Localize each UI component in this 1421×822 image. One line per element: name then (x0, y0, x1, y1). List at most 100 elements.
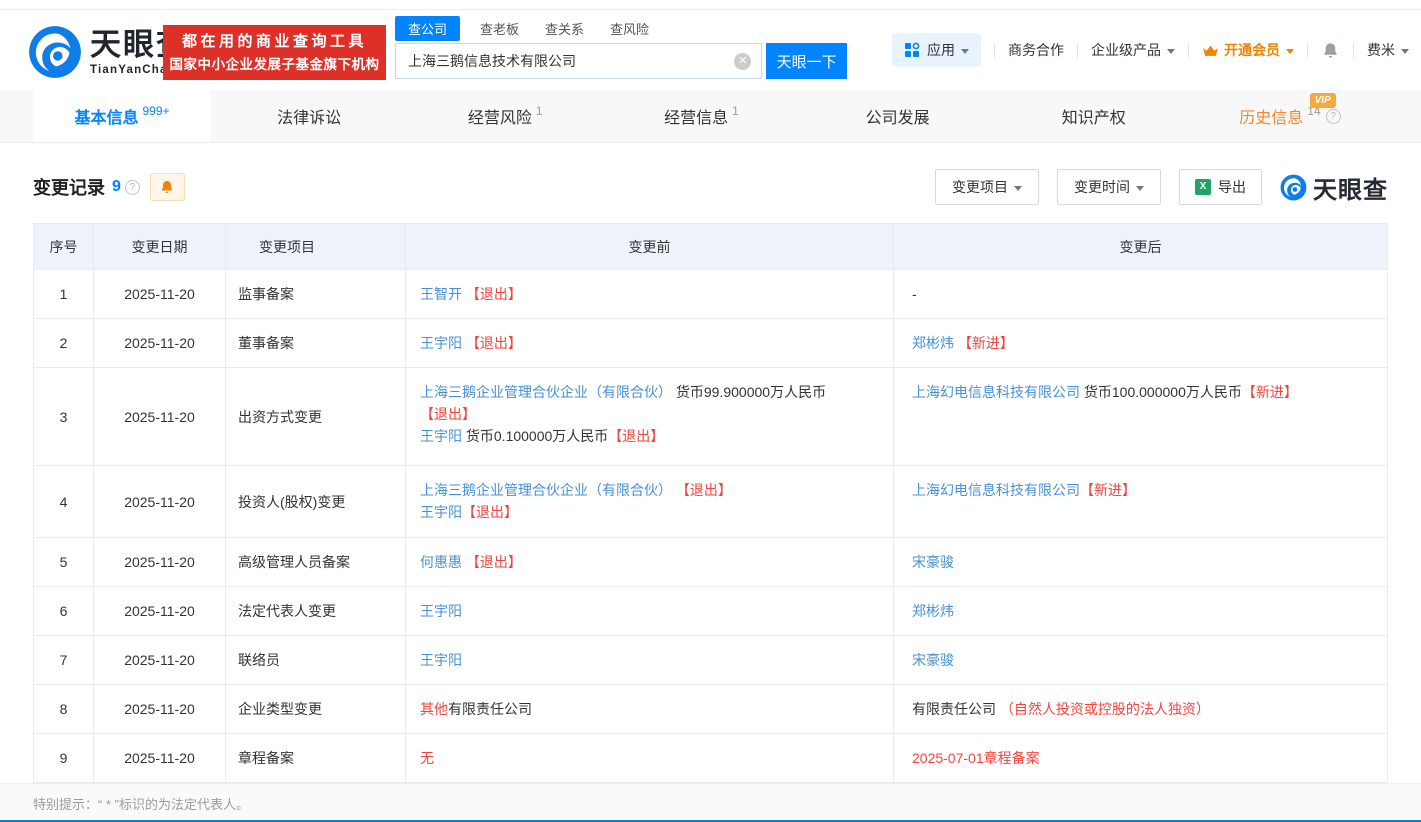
cell-line: 上海三鹅企业管理合伙企业（有限合伙） 【退出】 (420, 479, 877, 501)
change-tag: 2025-07-01章程备案 (912, 747, 1040, 769)
change-date-cell: 2025-11-20 (94, 270, 226, 319)
table-row: 22025-11-20董事备案王宇阳 【退出】郑彬炜 【新进】 (34, 319, 1388, 368)
table-body: 12025-11-20监事备案王智开 【退出】-22025-11-20董事备案王… (34, 270, 1388, 783)
entity-link[interactable]: 郑彬炜 (912, 335, 958, 351)
entity-link[interactable]: 王宇阳 (420, 504, 462, 520)
entity-link[interactable]: 宋豪骏 (912, 652, 954, 668)
change-item-cell: 联络员 (226, 636, 406, 685)
search-block: 查公司 查老板 查关系 查风险 天眼一下 (395, 16, 847, 79)
page-tab[interactable]: 基本信息 999+ (33, 90, 211, 142)
row-number-cell: 6 (34, 587, 94, 636)
change-item-cell: 法定代表人变更 (226, 587, 406, 636)
entity-link[interactable]: 王宇阳 (420, 428, 462, 444)
cell-text: 有限责任公司 (448, 701, 532, 717)
change-tag: 其他 (420, 698, 448, 720)
page-tab-label: 公司发展 (866, 104, 930, 128)
tianyancha-logo-icon[interactable] (28, 25, 82, 79)
entity-link[interactable]: 宋豪骏 (912, 554, 954, 570)
search-tab[interactable]: 查关系 (545, 19, 584, 38)
search-tab[interactable]: 查公司 (395, 16, 460, 41)
help-icon[interactable] (1326, 109, 1341, 124)
table-row: 32025-11-20出资方式变更上海三鹅企业管理合伙企业（有限合伙） 货币99… (34, 368, 1388, 466)
change-record-table: 序号变更日期变更项目变更前变更后 12025-11-20监事备案王智开 【退出】… (33, 223, 1388, 783)
change-date-cell: 2025-11-20 (94, 538, 226, 587)
before-change-cell: 王宇阳 (406, 636, 894, 685)
page-tab[interactable]: 法律诉讼 (211, 90, 407, 142)
after-change-cell: 郑彬炜 【新进】 (894, 319, 1388, 368)
table-row: 72025-11-20联络员王宇阳宋豪骏 (34, 636, 1388, 685)
entity-link[interactable]: 王宇阳 (420, 335, 466, 351)
grid-icon (904, 42, 920, 58)
entity-link[interactable]: 何惠惠 (420, 554, 466, 570)
row-number-cell: 5 (34, 538, 94, 587)
nav-biz-cooperation[interactable]: 商务合作 (1008, 40, 1064, 60)
page-tab-label: 经营信息 (664, 104, 728, 128)
page-tab[interactable]: 公司发展 (800, 90, 996, 142)
nav-enterprise-products[interactable]: 企业级产品 (1091, 40, 1175, 60)
change-date-cell: 2025-11-20 (94, 587, 226, 636)
export-button[interactable]: 导出 (1179, 169, 1262, 205)
tab-count-badge: 999+ (142, 104, 169, 118)
nav-open-vip[interactable]: 开通会员 (1202, 40, 1294, 60)
filter-change-item-dropdown[interactable]: 变更项目 (935, 169, 1039, 205)
apps-menu[interactable]: 应用 (892, 33, 981, 67)
top-divider (0, 0, 1421, 10)
before-change-cell: 王宇阳 【退出】 (406, 319, 894, 368)
page-tab[interactable]: 知识产权 (996, 90, 1192, 142)
nav-user-menu[interactable]: 费米 (1367, 40, 1409, 60)
subscribe-bell-button[interactable] (150, 173, 185, 201)
notifications-bell-icon[interactable] (1321, 41, 1340, 60)
change-item-cell: 董事备案 (226, 319, 406, 368)
entity-link[interactable]: 王宇阳 (420, 652, 462, 668)
page-tab[interactable]: 经营风险1 (407, 90, 603, 142)
chevron-down-icon (961, 49, 969, 58)
top-bar: 天眼查 TianYanCha.com 都在用的商业查询工具 国家中小企业发展子基… (0, 10, 1421, 90)
entity-link[interactable]: 上海三鹅企业管理合伙企业（有限合伙） (420, 482, 676, 498)
change-tag: 【新进】 (958, 332, 1014, 354)
search-input[interactable] (396, 44, 761, 78)
change-date-cell: 2025-11-20 (94, 319, 226, 368)
cell-line: 上海三鹅企业管理合伙企业（有限合伙） 货币99.900000万人民币【退出】 (420, 381, 877, 425)
entity-link[interactable]: 王智开 (420, 286, 466, 302)
cell-line: 郑彬炜 (912, 600, 1371, 622)
change-tag: 【退出】 (466, 283, 522, 305)
entity-link[interactable]: 郑彬炜 (912, 603, 954, 619)
watermark-text: 天眼查 (1313, 170, 1388, 205)
search-tab[interactable]: 查风险 (610, 19, 649, 38)
cell-line: 有限责任公司 （自然人投资或控股的法人独资） (912, 698, 1371, 720)
entity-link[interactable]: 上海幻电信息科技有限公司 (912, 384, 1080, 400)
page-tab[interactable]: 经营信息1 (603, 90, 799, 142)
cell-text: 有限责任公司 (912, 701, 1000, 717)
entity-link[interactable]: 王宇阳 (420, 603, 462, 619)
change-tag: 【退出】 (420, 403, 476, 425)
change-tag: 【退出】 (466, 332, 522, 354)
watermark-logo: 天眼查 (1280, 170, 1388, 205)
cell-text: - (912, 286, 917, 302)
page-tab[interactable]: 历史信息14VIP (1192, 90, 1388, 142)
search-tab[interactable]: 查老板 (480, 19, 519, 38)
page-tab-label: 基本信息 (74, 104, 138, 128)
table-row: 52025-11-20高级管理人员备案何惠惠 【退出】宋豪骏 (34, 538, 1388, 587)
search-input-wrap (395, 43, 762, 79)
table-row: 82025-11-20企业类型变更其他有限责任公司有限责任公司 （自然人投资或控… (34, 685, 1388, 734)
row-number-cell: 3 (34, 368, 94, 466)
cell-line: 王智开 【退出】 (420, 283, 877, 305)
after-change-cell: 2025-07-01章程备案 (894, 734, 1388, 783)
after-change-cell: 上海幻电信息科技有限公司【新进】 (894, 466, 1388, 538)
divider (1353, 43, 1354, 58)
section-title: 变更记录 (33, 174, 105, 200)
filter-change-time-dropdown[interactable]: 变更时间 (1057, 169, 1161, 205)
cell-line: 王宇阳 【退出】 (420, 332, 877, 354)
column-header: 变更日期 (94, 224, 226, 270)
before-change-cell: 上海三鹅企业管理合伙企业（有限合伙） 货币99.900000万人民币【退出】王宇… (406, 368, 894, 466)
search-button[interactable]: 天眼一下 (766, 43, 847, 79)
change-item-cell: 企业类型变更 (226, 685, 406, 734)
entity-link[interactable]: 上海三鹅企业管理合伙企业（有限合伙） (420, 384, 672, 400)
change-tag: 无 (420, 747, 434, 769)
enterprise-label: 企业级产品 (1091, 40, 1161, 60)
entity-link[interactable]: 上海幻电信息科技有限公司 (912, 482, 1080, 498)
change-date-cell: 2025-11-20 (94, 734, 226, 783)
cell-line: 王宇阳【退出】 (420, 501, 877, 523)
help-icon[interactable] (125, 180, 140, 195)
chevron-down-icon (1167, 49, 1175, 58)
